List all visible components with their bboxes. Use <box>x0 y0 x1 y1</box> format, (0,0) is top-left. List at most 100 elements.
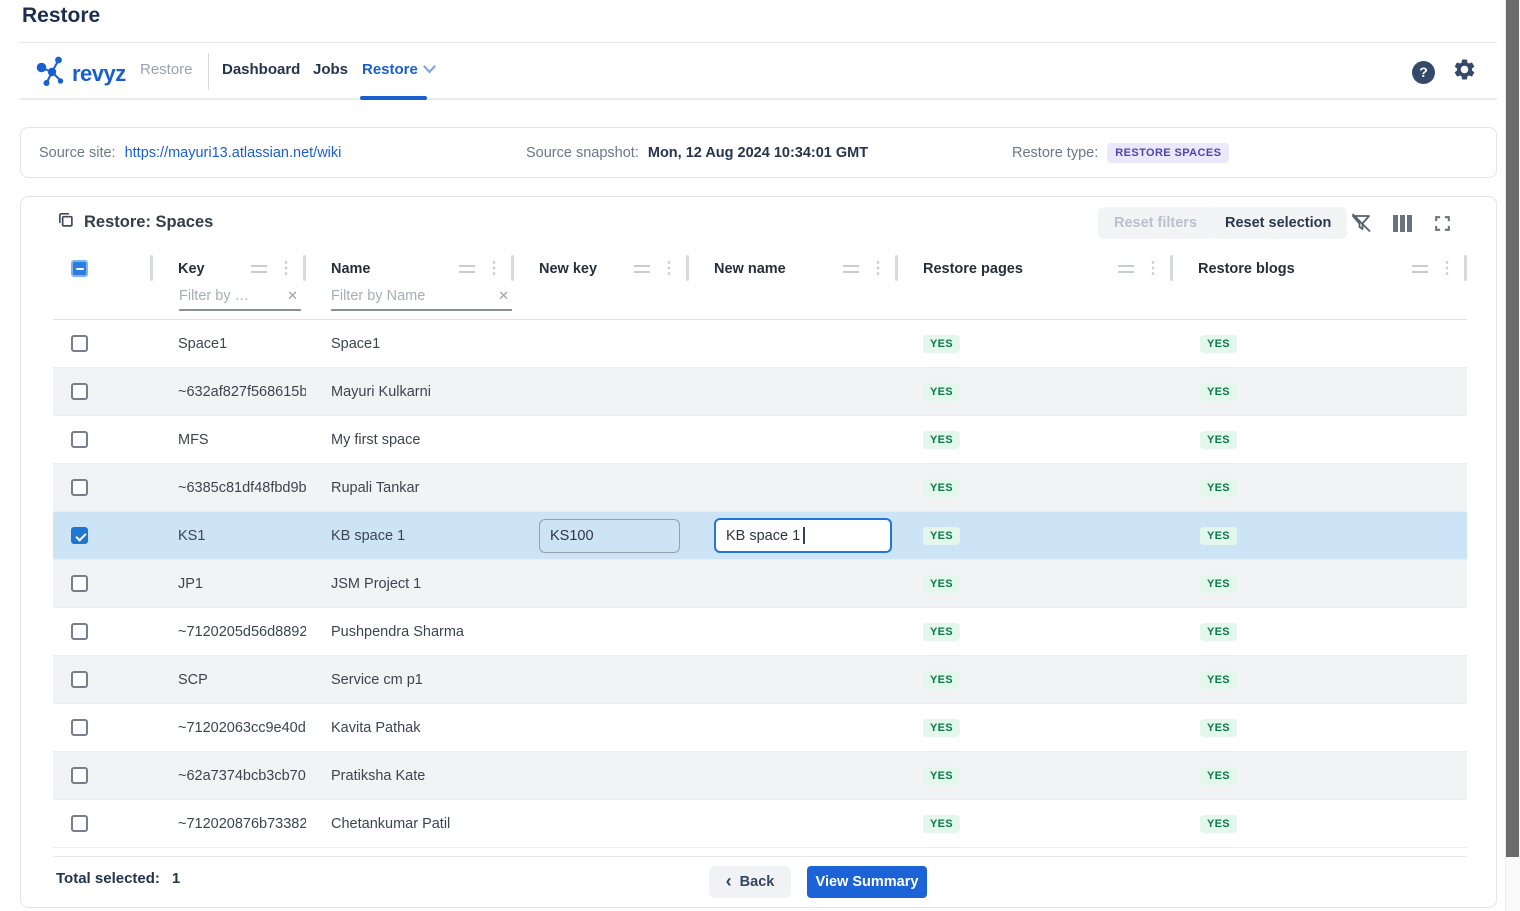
restore-spaces-panel: Restore: Spaces Reset filters Reset sele… <box>20 196 1497 908</box>
row-checkbox[interactable] <box>71 383 88 400</box>
nav-divider <box>208 53 209 90</box>
column-drag-handle-icon[interactable] <box>843 265 859 273</box>
restore-type-label: Restore type: <box>1012 145 1098 161</box>
restore-blogs-badge: YES <box>1200 575 1237 593</box>
new-name-input[interactable]: KB space 1 <box>714 518 892 553</box>
restore-pages-badge: YES <box>923 431 960 449</box>
table-row[interactable]: ~632af827f568615bdc Mayuri Kulkarni YES … <box>53 368 1467 416</box>
column-drag-handle-icon[interactable] <box>1118 265 1134 273</box>
restore-pages-badge: YES <box>923 719 960 737</box>
column-menu-icon[interactable]: ⋮ <box>486 261 502 277</box>
cell-name: Kavita Pathak <box>306 704 514 751</box>
brand-logo[interactable]: revyz <box>36 53 126 94</box>
restore-pages-badge: YES <box>923 479 960 497</box>
table-row[interactable]: ~71202063cc9e40d1d Kavita Pathak YES YES <box>53 704 1467 752</box>
cell-name: Service cm p1 <box>306 656 514 703</box>
row-checkbox[interactable] <box>71 671 88 688</box>
column-drag-handle-icon[interactable] <box>459 265 475 273</box>
column-menu-icon[interactable]: ⋮ <box>1145 261 1161 277</box>
table-row[interactable]: ~6385c81df48fbd9b62 Rupali Tankar YES YE… <box>53 464 1467 512</box>
row-checkbox[interactable] <box>71 479 88 496</box>
cell-name: KB space 1 <box>306 512 514 559</box>
source-snapshot-value: Mon, 12 Aug 2024 10:34:01 GMT <box>648 145 868 161</box>
table-header-row: Key ⋮ Name ⋮ New key <box>53 251 1467 286</box>
restore-blogs-badge: YES <box>1200 431 1237 449</box>
revyz-molecule-icon <box>36 53 68 94</box>
row-checkbox[interactable] <box>71 431 88 448</box>
cell-name: My first space <box>306 416 514 463</box>
restore-pages-badge: YES <box>923 383 960 401</box>
column-label: Restore pages <box>923 261 1023 277</box>
restore-blogs-badge: YES <box>1200 671 1237 689</box>
table-row[interactable]: ~7120205d56d889285 Pushpendra Sharma YES… <box>53 608 1467 656</box>
source-info-bar: Source site: https://mayuri13.atlassian.… <box>20 127 1497 178</box>
column-label: New key <box>539 261 597 277</box>
back-button[interactable]: ‹ Back <box>709 866 791 898</box>
table-row[interactable]: ~712020876b733824a Chetankumar Patil YES… <box>53 800 1467 848</box>
column-header-new-key: New key ⋮ <box>514 251 689 286</box>
new-key-value: KS100 <box>550 528 594 544</box>
name-filter-input[interactable]: Filter by Name ✕ <box>331 288 512 311</box>
clear-name-filter-icon[interactable]: ✕ <box>495 288 512 304</box>
key-filter-input[interactable]: Filter by … ✕ <box>179 288 301 311</box>
column-drag-handle-icon[interactable] <box>1412 265 1428 273</box>
chevron-down-icon <box>423 61 436 78</box>
column-header-restore-blogs: Restore blogs ⋮ <box>1173 251 1467 286</box>
select-all-checkbox[interactable] <box>71 260 88 277</box>
fullscreen-icon[interactable] <box>1430 211 1454 235</box>
cell-key: ~632af827f568615bdc <box>153 368 306 415</box>
cell-key: ~6385c81df48fbd9b62 <box>153 464 306 511</box>
cell-name: Space1 <box>306 320 514 367</box>
spaces-table: Key ⋮ Name ⋮ New key <box>53 251 1467 848</box>
nav-item-restore[interactable]: Restore <box>362 61 436 78</box>
column-menu-icon[interactable]: ⋮ <box>278 261 294 277</box>
cell-key: Space1 <box>153 320 306 367</box>
restore-pages-badge: YES <box>923 335 960 353</box>
row-checkbox[interactable] <box>71 575 88 592</box>
column-menu-icon[interactable]: ⋮ <box>661 261 677 277</box>
column-drag-handle-icon[interactable] <box>634 265 650 273</box>
restore-pages-badge: YES <box>923 671 960 689</box>
table-row[interactable]: SCP Service cm p1 YES YES <box>53 656 1467 704</box>
table-row[interactable]: JP1 JSM Project 1 YES YES <box>53 560 1467 608</box>
column-menu-icon[interactable]: ⋮ <box>870 261 886 277</box>
row-checkbox[interactable] <box>71 335 88 352</box>
clear-key-filter-icon[interactable]: ✕ <box>284 288 301 304</box>
table-row[interactable]: MFS My first space YES YES <box>53 416 1467 464</box>
table-row[interactable]: ~62a7374bcb3cb7006 Pratiksha Kate YES YE… <box>53 752 1467 800</box>
column-drag-handle-icon[interactable] <box>251 265 267 273</box>
view-summary-button[interactable]: View Summary <box>807 866 927 898</box>
row-checkbox[interactable] <box>71 623 88 640</box>
brand-name: revyz <box>72 61 126 87</box>
row-checkbox[interactable] <box>71 767 88 784</box>
cell-key: ~71202063cc9e40d1d <box>153 704 306 751</box>
row-checkbox[interactable] <box>71 719 88 736</box>
reset-filters-button[interactable]: Reset filters <box>1098 207 1213 239</box>
help-icon[interactable]: ? <box>1412 61 1435 84</box>
table-row[interactable]: KS1 KB space 1 KS100 KB space 1 YES YES <box>53 512 1467 560</box>
total-selected: Total selected:1 <box>56 870 180 887</box>
cell-name: JSM Project 1 <box>306 560 514 607</box>
panel-title: Restore: Spaces <box>84 213 213 232</box>
new-key-input[interactable]: KS100 <box>539 519 680 553</box>
filter-row: Filter by … ✕ Filter by Name ✕ <box>53 286 1467 320</box>
row-checkbox[interactable] <box>71 815 88 832</box>
back-label: Back <box>740 874 775 890</box>
settings-gear-icon[interactable] <box>1452 57 1477 87</box>
cell-name: Mayuri Kulkarni <box>306 368 514 415</box>
footer-divider <box>53 856 1466 857</box>
source-site-link[interactable]: https://mayuri13.atlassian.net/wiki <box>125 145 342 161</box>
nav-item-dashboard[interactable]: Dashboard <box>222 61 300 78</box>
cell-key: KS1 <box>153 512 306 559</box>
row-checkbox[interactable] <box>71 527 88 544</box>
page-scrollbar-track[interactable] <box>1505 0 1520 911</box>
table-row[interactable]: Space1 Space1 YES YES <box>53 320 1467 368</box>
column-header-key: Key ⋮ <box>153 251 306 286</box>
nav-item-jobs[interactable]: Jobs <box>313 61 348 78</box>
filter-off-icon[interactable] <box>1349 211 1373 235</box>
columns-icon[interactable] <box>1390 211 1414 235</box>
page-scrollbar-thumb[interactable] <box>1506 0 1519 857</box>
restore-blogs-badge: YES <box>1200 383 1237 401</box>
reset-selection-button[interactable]: Reset selection <box>1209 207 1347 239</box>
column-menu-icon[interactable]: ⋮ <box>1439 261 1455 277</box>
